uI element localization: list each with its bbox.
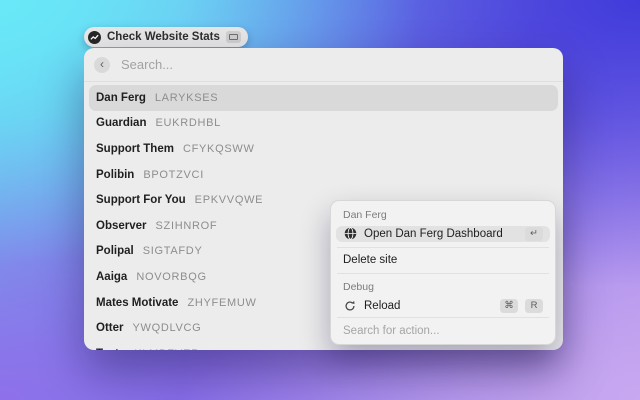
divider	[337, 273, 549, 274]
site-name: Tasty	[96, 348, 125, 350]
debug-section-title: Debug	[331, 279, 555, 298]
delete-site-label: Delete site	[343, 254, 543, 266]
site-name: Support For You	[96, 194, 186, 206]
action-section-title: Dan Ferg	[331, 201, 555, 226]
back-button[interactable]: ‹	[94, 57, 110, 73]
site-code: LARYKSES	[155, 92, 218, 104]
site-name: Support Them	[96, 143, 174, 155]
site-code: SZIHNROF	[156, 220, 218, 232]
site-code: EPKVVQWE	[195, 194, 264, 206]
printer-icon	[226, 31, 241, 43]
site-row[interactable]: Dan Ferg LARYKSES	[89, 85, 558, 111]
command-stats-icon	[88, 31, 101, 44]
chevron-left-icon: ‹	[100, 58, 104, 70]
reload-icon	[343, 299, 357, 313]
site-code: YWQDLVCG	[132, 322, 201, 334]
cmd-key-badge: ⌘	[500, 299, 518, 313]
site-code: ZHYFEMUW	[187, 297, 256, 309]
site-row[interactable]: Support Them CFYKQSWW	[89, 136, 558, 162]
site-code: NOVORBQG	[136, 271, 206, 283]
site-row[interactable]: Guardian EUKRDHBL	[89, 111, 558, 137]
reload-action[interactable]: Reload ⌘ R	[336, 298, 550, 314]
site-name: Observer	[96, 220, 147, 232]
site-code: EUKRDHBL	[155, 117, 221, 129]
site-code: SIGTAFDY	[143, 245, 203, 257]
site-name: Mates Motivate	[96, 297, 178, 309]
open-dashboard-action[interactable]: Open Dan Ferg Dashboard ↵	[336, 226, 550, 242]
globe-icon	[343, 227, 357, 241]
action-menu: Dan Ferg Open Dan Ferg Dashboard ↵ Delet…	[330, 200, 556, 345]
site-name: Guardian	[96, 117, 146, 129]
site-code: KLMPEVER	[134, 348, 200, 350]
site-name: Polibin	[96, 169, 134, 181]
site-code: BPOTZVCI	[143, 169, 204, 181]
site-name: Polipal	[96, 245, 134, 257]
command-pill-label: Check Website Stats	[107, 31, 220, 43]
search-input[interactable]	[119, 56, 553, 73]
search-header: ‹	[84, 48, 563, 82]
site-row[interactable]: Polibin BPOTZVCI	[89, 162, 558, 188]
reload-label: Reload	[364, 300, 493, 312]
divider	[337, 247, 549, 248]
site-code: CFYKQSWW	[183, 143, 255, 155]
r-key-badge: R	[525, 299, 543, 313]
return-key-badge: ↵	[525, 227, 543, 241]
action-search-input[interactable]	[331, 318, 555, 344]
site-name: Otter	[96, 322, 123, 334]
site-name: Aaiga	[96, 271, 127, 283]
command-pill[interactable]: Check Website Stats	[84, 27, 248, 47]
site-name: Dan Ferg	[96, 92, 146, 104]
open-dashboard-label: Open Dan Ferg Dashboard	[364, 228, 518, 240]
delete-site-action[interactable]: Delete site	[336, 252, 550, 268]
